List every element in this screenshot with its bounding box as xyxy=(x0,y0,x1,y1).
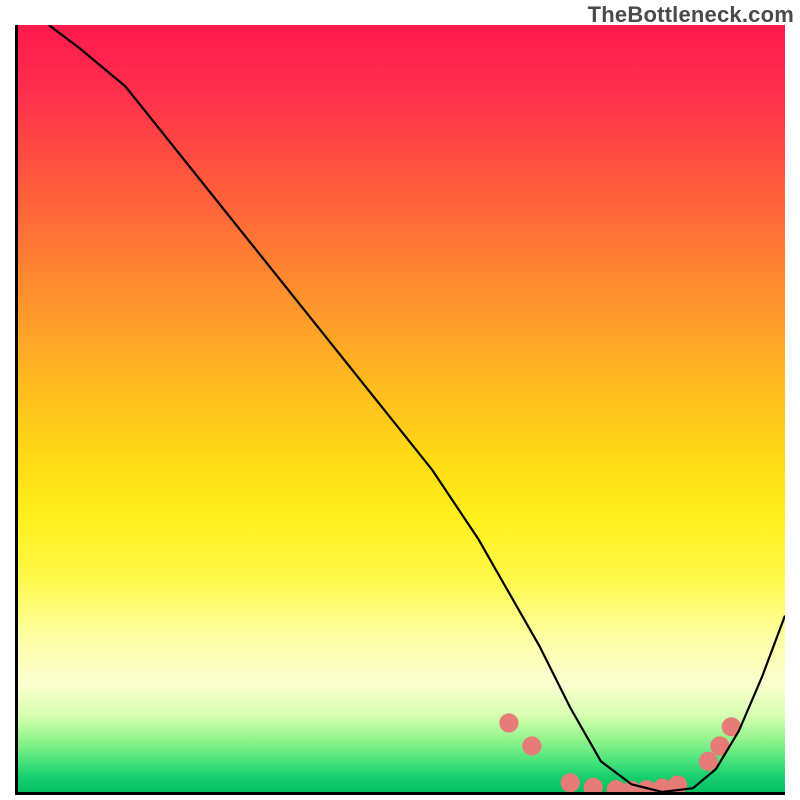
highlight-dot xyxy=(499,713,518,732)
chart-stage: TheBottleneck.com xyxy=(0,0,800,800)
highlight-dot xyxy=(522,736,541,755)
plot-area xyxy=(15,25,785,795)
bottleneck-curve xyxy=(49,25,785,792)
curve-layer xyxy=(18,25,785,792)
highlight-dot xyxy=(561,773,580,792)
highlight-dot xyxy=(699,752,718,771)
highlight-dot xyxy=(584,778,603,792)
highlight-dots-group xyxy=(499,713,741,792)
